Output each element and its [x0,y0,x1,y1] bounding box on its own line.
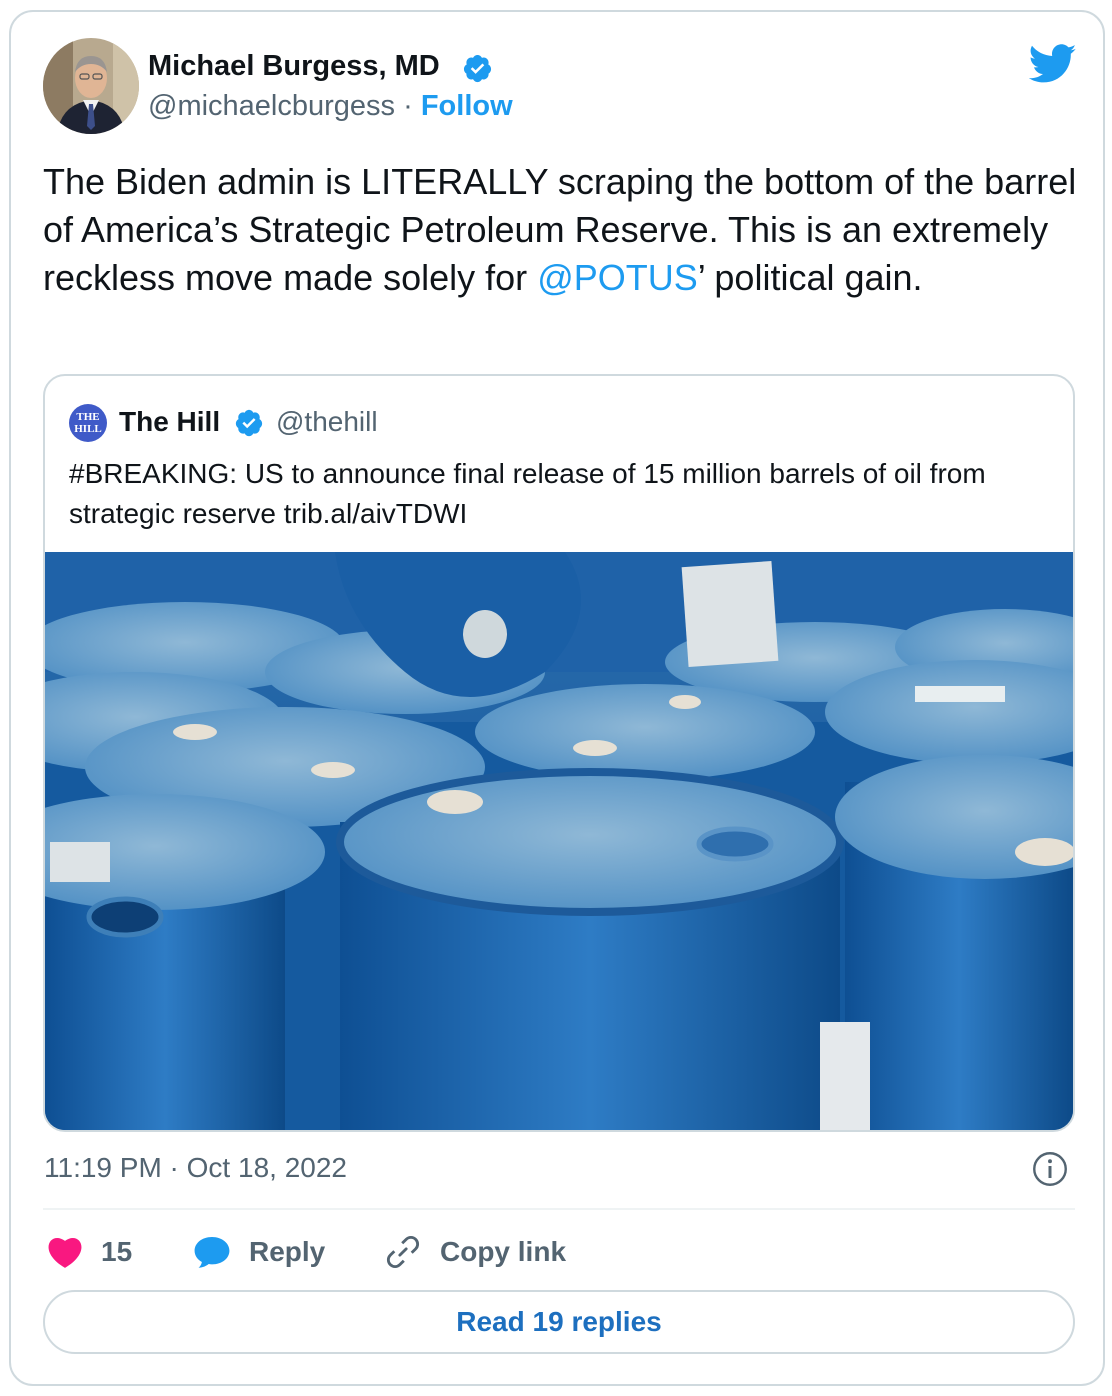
blue-oil-barrels-image[interactable] [45,552,1073,1132]
quoted-author-avatar[interactable]: THE HILL [69,404,107,442]
reply-label: Reply [249,1236,326,1267]
verified-badge-icon [235,409,263,437]
author-avatar[interactable] [43,38,139,134]
like-button[interactable]: 15 [47,1227,132,1277]
twitter-bird-icon[interactable] [1029,44,1077,84]
tweet-card: Michael Burgess, MD @michaelcburgess · F… [9,10,1105,1386]
copy-link-label: Copy link [440,1236,567,1267]
tweet-text: The Biden admin is LITERALLY scraping th… [43,158,1083,302]
quoted-author-handle[interactable]: @thehill [276,406,378,438]
author-name[interactable]: Michael Burgess, MD [148,50,440,83]
follow-button[interactable]: Follow [421,90,513,122]
speech-bubble-icon [194,1236,230,1268]
info-icon[interactable] [1032,1151,1068,1187]
quoted-tweet[interactable]: THE HILL The Hill @thehill #BREAKING: US… [43,374,1075,1132]
separator: · [403,90,413,122]
author-handle[interactable]: @michaelcburgess [148,90,395,122]
mention-link[interactable]: @POTUS [537,257,698,298]
tweet-timestamp[interactable]: 11:19 PM · Oct 18, 2022 [44,1152,347,1184]
verified-badge-icon [463,54,492,83]
author-handle-row: @michaelcburgess · Follow [148,90,513,123]
action-bar: 15 Reply Copy link [43,1227,1075,1277]
copy-link-button[interactable]: Copy link [384,1227,566,1277]
link-icon [387,1236,419,1268]
read-replies-button[interactable]: Read 19 replies [43,1290,1075,1354]
quoted-tweet-text: #BREAKING: US to announce final release … [69,458,986,529]
heart-icon [48,1238,82,1268]
reply-button[interactable]: Reply [193,1227,325,1277]
like-count: 15 [101,1236,133,1267]
quoted-author-name[interactable]: The Hill [119,406,220,438]
tweet-text-part-2: ’ political gain. [697,257,923,298]
divider [43,1208,1075,1210]
